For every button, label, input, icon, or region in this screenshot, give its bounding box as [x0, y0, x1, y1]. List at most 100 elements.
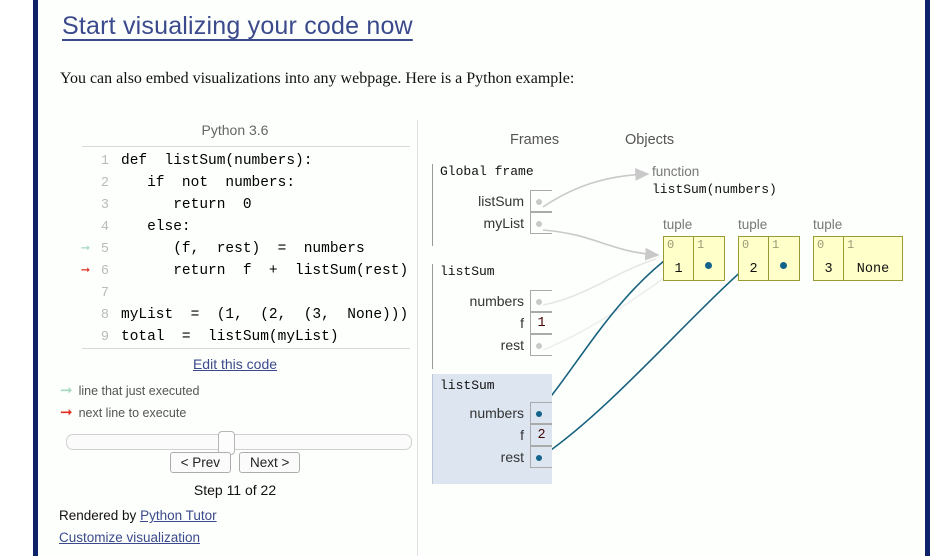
- variable-label: rest: [500, 337, 524, 353]
- line-code: else:: [121, 219, 191, 235]
- frame-variable-row: numbers: [432, 290, 552, 312]
- code-column: Python 3.6 1 def listSum(numbers): 2 if …: [59, 112, 412, 556]
- next-line-arrow-icon: ➞: [80, 262, 90, 280]
- tuple-type-label: tuple: [663, 217, 693, 232]
- just-executed-arrow-icon: ➞: [80, 240, 90, 258]
- variable-label: f: [520, 315, 524, 331]
- code-line[interactable]: 2 if not numbers:: [60, 172, 410, 194]
- frame-name: listSum: [440, 264, 495, 279]
- frame-listsum-1: listSum numbers f 1 rest: [432, 264, 552, 369]
- next-line-arrow-icon: ➞: [60, 404, 73, 421]
- variable-pointer-slot: [530, 190, 552, 212]
- frame-global: Global frame listSum myList: [432, 164, 552, 246]
- variable-label: listSum: [478, 193, 524, 209]
- tuple-type-label: tuple: [813, 217, 843, 232]
- prev-button[interactable]: < Prev: [169, 452, 231, 473]
- code-line-just-executed[interactable]: ➞ 5 (f, rest) = numbers: [60, 238, 410, 260]
- function-object-signature: listSum(numbers): [652, 182, 777, 197]
- frame-variable-row: listSum: [432, 190, 552, 212]
- visualizer-widget: Python 3.6 1 def listSum(numbers): 2 if …: [59, 112, 926, 556]
- rendered-by-line: Rendered by Python Tutor: [59, 508, 217, 523]
- step-slider[interactable]: [66, 431, 412, 455]
- language-label: Python 3.6: [201, 122, 269, 138]
- function-object-type-label: function: [652, 164, 700, 179]
- line-code: (f, rest) = numbers: [121, 241, 365, 257]
- tuple-cell-index: 1: [847, 238, 855, 252]
- code-rule-bottom: [82, 348, 410, 349]
- variable-label: f: [520, 427, 524, 443]
- tuple-cell-index: 1: [697, 238, 705, 252]
- line-number: 8: [100, 307, 109, 323]
- edit-this-code-link[interactable]: Edit this code: [60, 356, 410, 372]
- pointer-dot-icon: [536, 455, 542, 461]
- variable-label: numbers: [469, 293, 524, 309]
- variable-pointer-slot: [530, 290, 552, 312]
- variable-label: rest: [500, 449, 524, 465]
- intro-paragraph: You can also embed visualizations into a…: [60, 70, 575, 87]
- line-number: 7: [100, 285, 109, 301]
- tuple-object-3: tuple 0 3 1 None: [813, 217, 903, 281]
- code-line[interactable]: 4 else:: [60, 216, 410, 238]
- line-code: myList = (1, (2, (3, None))): [121, 307, 409, 323]
- tuple-cells: 0 3 1 None: [813, 236, 903, 281]
- pointer-dot-icon: [780, 262, 787, 269]
- legend-label: line that just executed: [78, 383, 200, 398]
- tuple-type-label: tuple: [738, 217, 768, 232]
- pointer-dot-icon: [536, 199, 542, 205]
- pointer-dot-icon: [536, 411, 542, 417]
- line-code: total = listSum(myList): [121, 329, 339, 345]
- customize-visualization-link[interactable]: Customize visualization: [59, 530, 200, 545]
- rendered-by-label: Rendered by: [59, 508, 141, 523]
- visualization-column: Frames Objects Global frame listSum myLi…: [420, 112, 926, 556]
- code-line[interactable]: 1 def listSum(numbers):: [60, 150, 410, 172]
- variable-pointer-slot: [530, 402, 552, 424]
- page-root: Start visualizing your code now You can …: [0, 0, 952, 556]
- code-line[interactable]: 7: [60, 282, 410, 304]
- just-executed-arrow-icon: ➞: [60, 382, 73, 399]
- frame-listsum-2-active: listSum numbers f 2 rest: [432, 374, 552, 484]
- pointer-dot-icon: [536, 299, 542, 305]
- code-line[interactable]: 9 total = listSum(myList): [60, 326, 410, 348]
- line-code: return f + listSum(rest): [121, 263, 409, 279]
- code-line[interactable]: 3 return 0: [60, 194, 410, 216]
- frame-variable-row: numbers: [432, 402, 552, 424]
- page-accent-stripe-left: [33, 0, 38, 556]
- code-listing: 1 def listSum(numbers): 2 if not numbers…: [60, 150, 410, 348]
- pointer-dot-icon: [536, 343, 542, 349]
- variable-value-slot: 1: [530, 312, 552, 334]
- tuple-cell-index: 0: [817, 238, 825, 252]
- column-divider: [417, 120, 418, 556]
- variable-value-slot: 2: [530, 424, 552, 446]
- tuple-cell-index: 1: [772, 238, 780, 252]
- tuple-cells: 0 2 1: [738, 236, 800, 281]
- tuple-cell: 0 2: [739, 237, 769, 280]
- line-number: 5: [100, 241, 109, 257]
- step-counter: Step 11 of 22: [193, 482, 277, 498]
- page-outer-margin-left: [0, 0, 33, 556]
- code-line-next-to-execute[interactable]: ➞ 6 return f + listSum(rest): [60, 260, 410, 282]
- pointer-dot-icon: [705, 262, 712, 269]
- python-tutor-link[interactable]: Python Tutor: [140, 508, 217, 523]
- frame-variable-row: f 1: [432, 312, 552, 334]
- legend-just-executed: ➞ line that just executed: [60, 383, 200, 398]
- code-rule-top: [82, 146, 410, 147]
- line-number: 3: [100, 197, 109, 213]
- line-code: if not numbers:: [121, 175, 296, 191]
- frame-variable-row: f 2: [432, 424, 552, 446]
- variable-pointer-slot: [530, 212, 552, 234]
- tuple-cell: 0 1: [664, 237, 694, 280]
- pointer-dot-icon: [536, 221, 542, 227]
- frames-column-header: Frames: [510, 132, 560, 148]
- frame-name: listSum: [440, 378, 495, 393]
- tuple-cell-value: None: [856, 262, 890, 277]
- page-title-link[interactable]: Start visualizing your code now: [62, 12, 413, 41]
- tuple-object-1: tuple 0 1 1: [663, 217, 725, 281]
- tuple-cell: 1 None: [844, 237, 902, 280]
- tuple-cell: 0 3: [814, 237, 844, 280]
- frame-variable-row: rest: [432, 334, 552, 356]
- tuple-object-2: tuple 0 2 1: [738, 217, 800, 281]
- variable-pointer-slot: [530, 446, 552, 468]
- next-button[interactable]: Next >: [239, 452, 301, 473]
- page-outer-margin-right: [930, 0, 952, 556]
- code-line[interactable]: 8 myList = (1, (2, (3, None))): [60, 304, 410, 326]
